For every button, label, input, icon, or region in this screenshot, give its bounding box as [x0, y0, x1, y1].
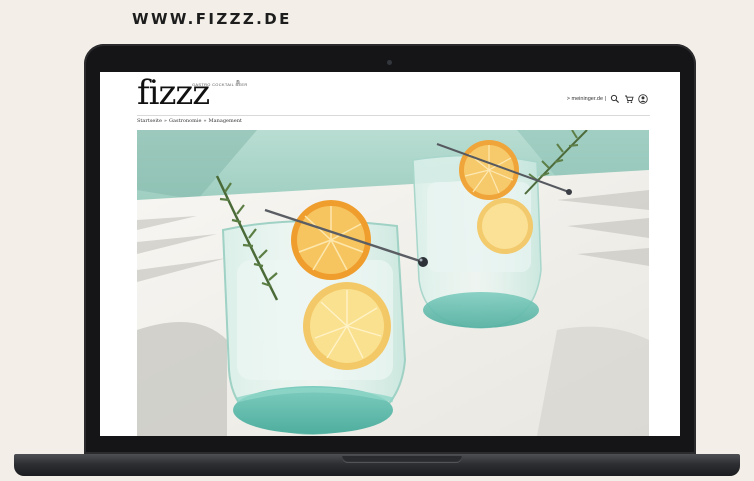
site-logo[interactable]: fizzz: [137, 72, 210, 114]
breadcrumb-home[interactable]: Startseite: [137, 118, 162, 124]
user-icon[interactable]: [638, 94, 648, 104]
cart-icon[interactable]: [624, 94, 634, 104]
breadcrumb-separator: »: [203, 118, 207, 124]
breadcrumb: Startseite » Gastronomie » Management: [137, 118, 242, 124]
laptop-base: [14, 454, 740, 476]
search-icon[interactable]: [610, 94, 620, 104]
breadcrumb-management[interactable]: Management: [209, 118, 242, 124]
top-navigation: > meininger.de |: [567, 94, 648, 104]
meininger-link[interactable]: > meininger.de |: [567, 96, 606, 102]
laptop-opening-notch: [342, 456, 462, 463]
hero-image-gin-tonic: [137, 130, 649, 436]
laptop-screen-frame: fizzz GASTRO COCKTAIL BEER ® > meininger…: [84, 44, 696, 454]
breadcrumb-separator: »: [163, 118, 167, 124]
browser-viewport: fizzz GASTRO COCKTAIL BEER ® > meininger…: [100, 72, 680, 436]
site-url-label: WWW.FIZZZ.DE: [132, 10, 292, 28]
breadcrumb-gastronomie[interactable]: Gastronomie: [169, 118, 201, 124]
header-divider: [137, 115, 650, 116]
registered-mark: ®: [236, 80, 240, 86]
webcam: [387, 60, 392, 65]
